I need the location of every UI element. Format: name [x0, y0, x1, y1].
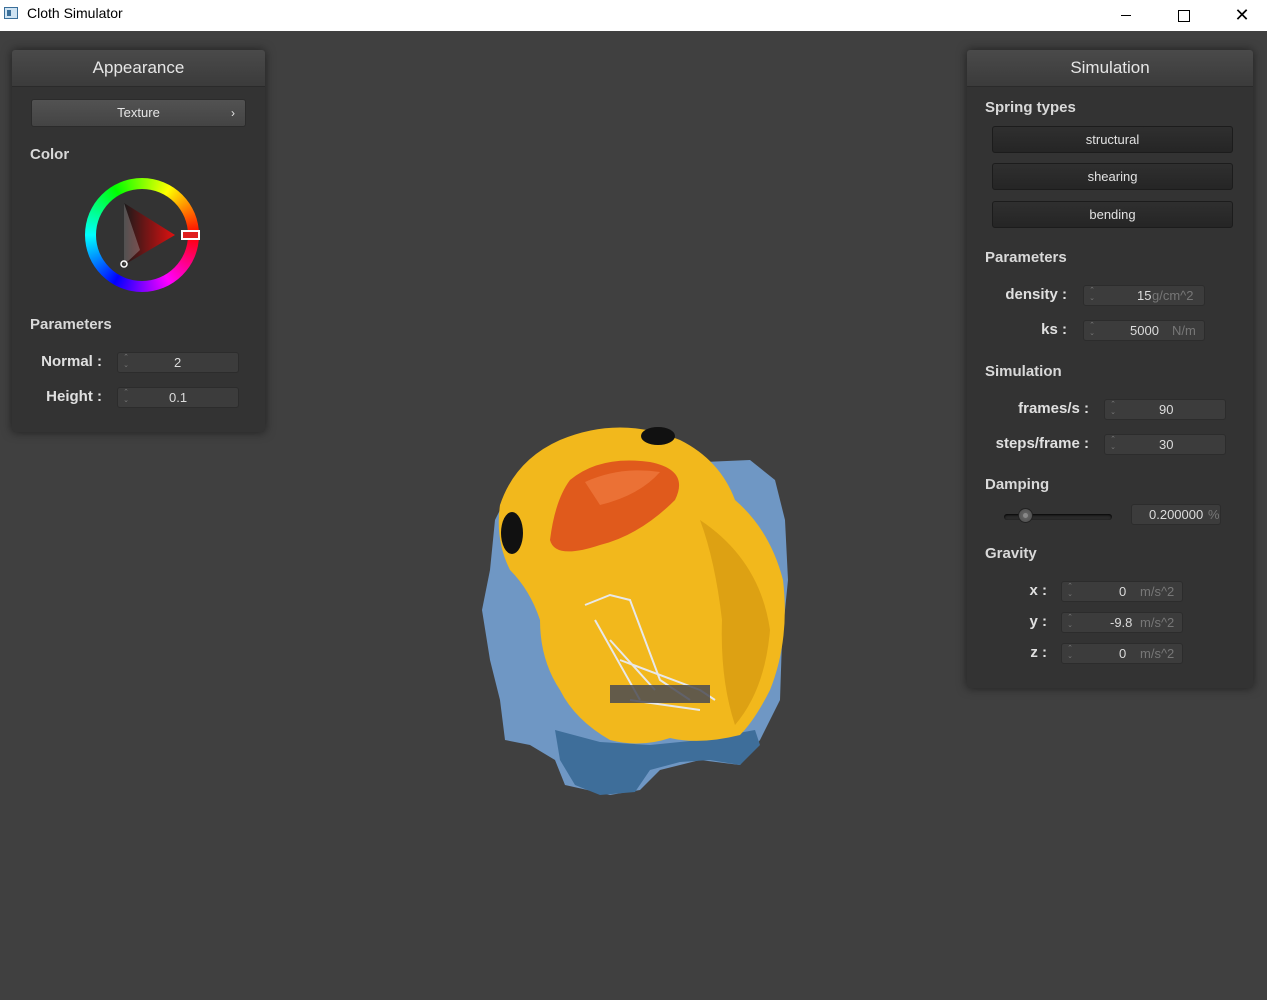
- steps-input[interactable]: ⌃ ⌄ 30: [1104, 434, 1226, 455]
- steps-label: steps/frame :: [995, 435, 1089, 452]
- normal-input[interactable]: ⌃ ⌄ 2: [117, 352, 239, 373]
- color-triangle[interactable]: [12, 50, 265, 432]
- bending-button[interactable]: bending: [992, 201, 1233, 228]
- spinner-icon[interactable]: ⌃ ⌄: [1109, 401, 1117, 418]
- fps-label: frames/s :: [1018, 400, 1089, 417]
- gravity-x-label: x :: [1029, 582, 1047, 599]
- damping-value: 0.200000: [1149, 507, 1204, 522]
- normal-value: 2: [174, 355, 182, 370]
- density-value: 15: [1137, 288, 1152, 303]
- density-label: density :: [1005, 286, 1067, 303]
- gravity-z-value: 0: [1119, 646, 1127, 661]
- height-input[interactable]: ⌃ ⌄ 0.1: [117, 387, 239, 408]
- gravity-x-value: 0: [1119, 584, 1127, 599]
- simulation-section-label: Simulation: [985, 363, 1062, 380]
- gravity-x-unit: m/s^2: [1140, 584, 1175, 599]
- damping-input[interactable]: 0.200000 %: [1131, 504, 1221, 525]
- shearing-button[interactable]: shearing: [992, 163, 1233, 190]
- ks-value: 5000: [1130, 323, 1159, 338]
- gravity-label: Gravity: [985, 545, 1037, 562]
- steps-value: 30: [1159, 437, 1174, 452]
- fps-value: 90: [1159, 402, 1174, 417]
- spinner-icon[interactable]: ⌃ ⌄: [1066, 614, 1074, 631]
- ks-unit: N/m: [1172, 323, 1196, 338]
- damping-unit: %: [1208, 507, 1220, 522]
- gravity-z-label: z :: [1030, 644, 1047, 661]
- spinner-icon[interactable]: ⌃ ⌄: [1088, 287, 1096, 304]
- gravity-y-label: y :: [1029, 613, 1047, 630]
- simulation-panel: Simulation Spring types structural shear…: [967, 50, 1253, 688]
- gravity-y-input[interactable]: ⌃ ⌄ -9.8 m/s^2: [1061, 612, 1183, 633]
- appearance-panel: Appearance Texture › Color Parameters No…: [12, 50, 265, 432]
- gravity-x-input[interactable]: ⌃ ⌄ 0 m/s^2: [1061, 581, 1183, 602]
- sim-params-label: Parameters: [985, 249, 1067, 266]
- spring-types-label: Spring types: [985, 99, 1076, 116]
- height-value: 0.1: [169, 390, 188, 405]
- spinner-icon[interactable]: ⌃ ⌄: [1066, 583, 1074, 600]
- structural-button[interactable]: structural: [992, 126, 1233, 153]
- crane-platform: [610, 685, 710, 703]
- spinner-icon[interactable]: ⌃ ⌄: [122, 354, 130, 371]
- spinner-icon[interactable]: ⌃ ⌄: [1109, 436, 1117, 453]
- normal-label: Normal :: [41, 353, 102, 370]
- simulation-panel-title: Simulation: [967, 50, 1253, 87]
- gravity-y-unit: m/s^2: [1140, 615, 1175, 630]
- duck-eye: [501, 512, 523, 554]
- gravity-z-unit: m/s^2: [1140, 646, 1175, 661]
- duck-eye-top: [641, 427, 675, 445]
- gravity-z-input[interactable]: ⌃ ⌄ 0 m/s^2: [1061, 643, 1183, 664]
- gravity-y-value: -9.8: [1110, 615, 1133, 630]
- damping-slider-handle[interactable]: [1018, 508, 1033, 523]
- density-input[interactable]: ⌃ ⌄ 15 g/cm^2: [1083, 285, 1205, 306]
- fps-input[interactable]: ⌃ ⌄ 90: [1104, 399, 1226, 420]
- ks-label: ks :: [1041, 321, 1067, 338]
- density-unit: g/cm^2: [1152, 288, 1194, 303]
- hue-handle[interactable]: [181, 230, 200, 240]
- spinner-icon[interactable]: ⌃ ⌄: [1066, 645, 1074, 662]
- appearance-params-label: Parameters: [30, 316, 112, 333]
- ks-input[interactable]: ⌃ ⌄ 5000 N/m: [1083, 320, 1205, 341]
- damping-label: Damping: [985, 476, 1050, 493]
- spinner-icon[interactable]: ⌃ ⌄: [1088, 322, 1096, 339]
- spinner-icon[interactable]: ⌃ ⌄: [122, 389, 130, 406]
- height-label: Height :: [46, 388, 102, 405]
